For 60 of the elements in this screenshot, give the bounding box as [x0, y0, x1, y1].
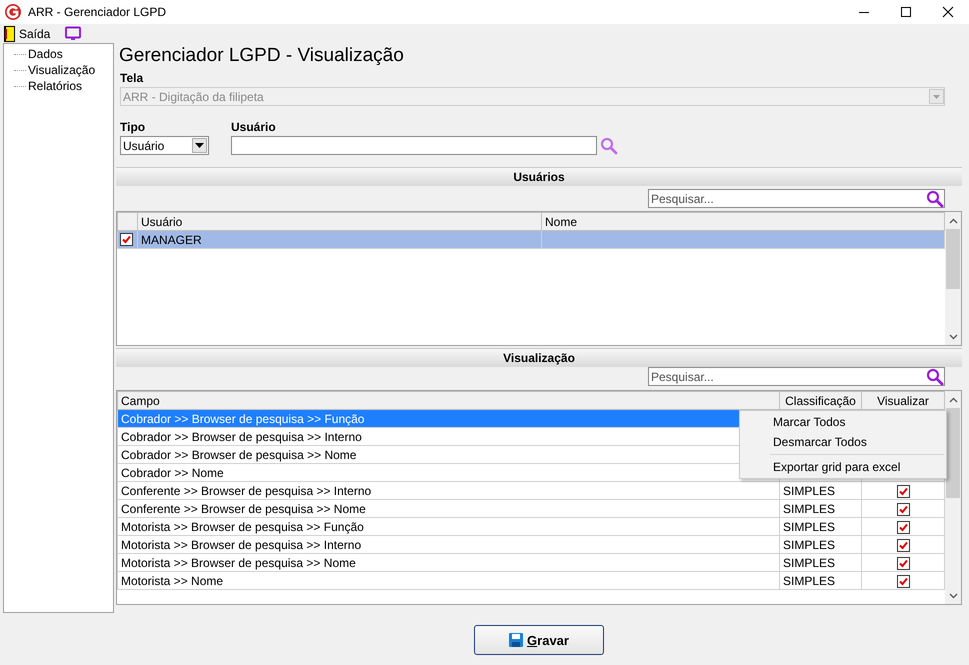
- checkbox[interactable]: [896, 520, 910, 534]
- table-cell: Motorista >> Browser de pesquisa >> Função: [118, 518, 780, 536]
- search-field[interactable]: Pesquisar...: [648, 189, 945, 208]
- column-header[interactable]: Visualizar: [862, 392, 944, 410]
- type-dropdown[interactable]: Usuário: [120, 136, 209, 155]
- table-cell: Motorista >> Nome: [118, 572, 780, 590]
- save-button[interactable]: Gravar: [474, 625, 604, 655]
- app-logo-icon: [4, 3, 22, 21]
- monitor-icon[interactable]: [64, 26, 82, 41]
- field-label: Tipo: [120, 120, 146, 134]
- checkbox[interactable]: [896, 484, 910, 498]
- table-cell: Conferente >> Browser de pesquisa >> Interno: [118, 482, 780, 500]
- field-label: Tela: [120, 71, 144, 85]
- door-icon: [4, 26, 15, 42]
- menu-item[interactable]: Marcar Todos: [740, 412, 946, 432]
- checkbox[interactable]: [120, 233, 133, 246]
- tree-item[interactable]: Visualização: [28, 63, 96, 77]
- field-label: Usuário: [231, 120, 276, 134]
- table-cell: SIMPLES: [780, 572, 862, 590]
- dropdown-arrow-icon: [195, 143, 204, 148]
- floppy-icon: [509, 633, 524, 647]
- maximize-icon[interactable]: [900, 6, 912, 18]
- close-icon[interactable]: [942, 6, 954, 18]
- table-cell: SIMPLES: [780, 482, 862, 500]
- table-cell: SIMPLES: [780, 518, 862, 536]
- column-header[interactable]: Classificação: [780, 392, 862, 410]
- table-cell: Motorista >> Browser de pesquisa >> Interno: [118, 536, 780, 554]
- checkbox[interactable]: [896, 556, 910, 570]
- search-icon[interactable]: [926, 368, 944, 386]
- table-cell: Conferente >> Browser de pesquisa >> Nome: [118, 500, 780, 518]
- user-input[interactable]: [231, 136, 597, 155]
- column-header[interactable]: Campo: [118, 392, 780, 410]
- page-title: Gerenciador LGPD - Visualização: [118, 44, 405, 68]
- table-cell: SIMPLES: [780, 500, 862, 518]
- table-cell: MANAGER: [138, 230, 542, 248]
- tree-item[interactable]: Dados: [28, 47, 63, 61]
- scroll-up-icon[interactable]: [948, 396, 958, 402]
- scroll-up-icon[interactable]: [948, 218, 958, 224]
- table-cell: SIMPLES: [780, 536, 862, 554]
- scroll-down-icon[interactable]: [948, 592, 958, 598]
- checkbox[interactable]: [896, 574, 910, 588]
- column-header[interactable]: Usuário: [138, 212, 542, 230]
- checkbox[interactable]: [896, 502, 910, 516]
- column-header[interactable]: Nome: [542, 212, 944, 230]
- scrollbar[interactable]: [945, 212, 961, 345]
- search-field[interactable]: Pesquisar...: [651, 370, 891, 384]
- scrollbar[interactable]: [945, 391, 961, 604]
- search-field[interactable]: Pesquisar...: [651, 192, 891, 206]
- search-icon[interactable]: [926, 190, 944, 208]
- search-icon[interactable]: [600, 136, 618, 154]
- tree-item[interactable]: Relatórios: [28, 79, 82, 93]
- checkbox[interactable]: [896, 538, 910, 552]
- table-cell: SIMPLES: [780, 554, 862, 572]
- exit-button[interactable]: Saída: [4, 26, 50, 42]
- scroll-down-icon[interactable]: [948, 334, 958, 340]
- window-title: ARR - Gerenciador LGPD: [28, 5, 166, 19]
- table-cell: Motorista >> Browser de pesquisa >> Nome: [118, 554, 780, 572]
- section-header: Usuários: [116, 167, 962, 186]
- search-field[interactable]: Pesquisar...: [648, 367, 945, 386]
- section-header: Visualização: [116, 348, 962, 367]
